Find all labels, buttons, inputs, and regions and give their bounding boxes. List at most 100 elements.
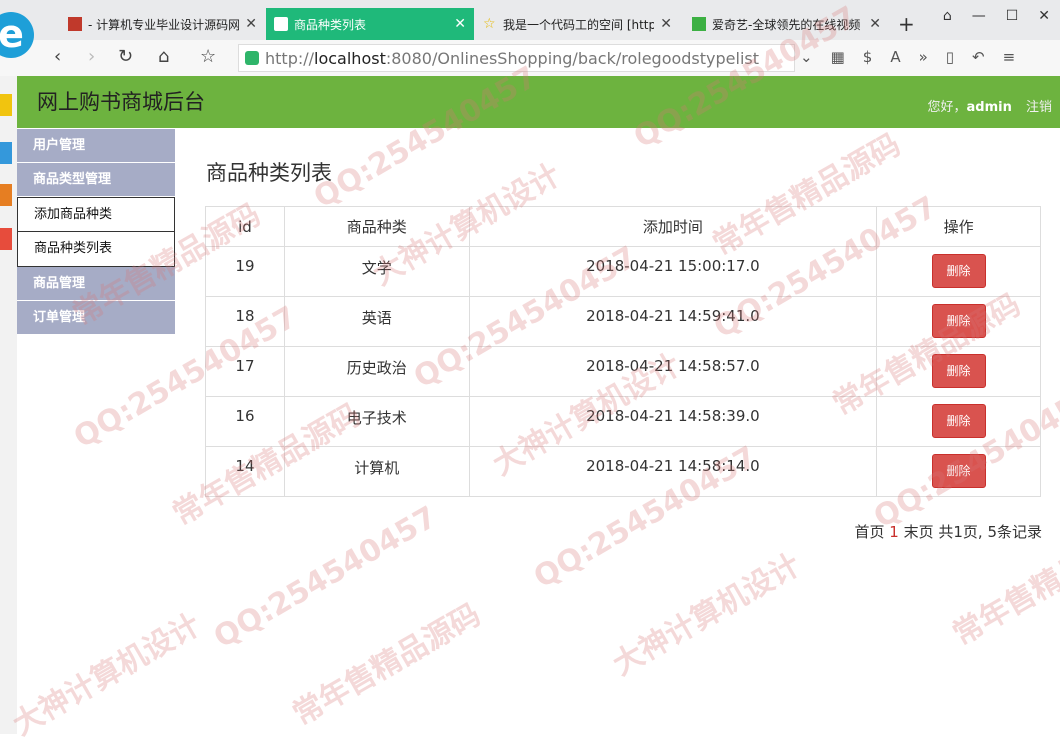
app-icon[interactable]: [0, 228, 12, 250]
favorites-icon[interactable]: [0, 94, 12, 116]
category-table: id 商品种类 添加时间 操作 19 文学 2018-04-21 15:00:1…: [205, 206, 1041, 497]
tab-title: 我是一个代码工的空间 [http: [503, 17, 655, 32]
close-tab-icon[interactable]: ✕: [869, 16, 881, 32]
cell-category: 英语: [283, 296, 470, 347]
close-window-icon[interactable]: ✕: [1038, 8, 1050, 24]
sidebar-item-goods-management[interactable]: 商品管理: [17, 267, 175, 301]
browser-tab[interactable]: ☆ 我是一个代码工的空间 [http ✕: [475, 8, 680, 40]
browser-tab[interactable]: - 计算机专业毕业设计源码网 ✕: [60, 8, 265, 40]
address-bar[interactable]: http://localhost:8080/OnlinesShopping/ba…: [238, 44, 795, 72]
watermark: QQ:254540457: [208, 499, 443, 656]
maximize-icon[interactable]: ☐: [1006, 8, 1019, 24]
undo-icon[interactable]: ↶: [972, 48, 985, 66]
browser-toolbar: ⌄ ▦ $ A » ▯ ↶ ≡: [800, 48, 1015, 66]
sidebar-item-category-list[interactable]: 商品种类列表: [17, 232, 175, 267]
sidebar-item-order-management[interactable]: 订单管理: [17, 301, 175, 335]
cell-id: 16: [205, 396, 285, 447]
url-scheme: http://: [265, 48, 315, 68]
app-header: 网上购书商城后台 您好，admin 注销: [17, 76, 1060, 128]
tab-title: - 计算机专业毕业设计源码网: [88, 17, 240, 32]
sidebar-item-user-management[interactable]: 用户管理: [17, 129, 175, 163]
delete-button[interactable]: 删除: [931, 404, 986, 438]
dropdown-icon[interactable]: ⌄: [800, 48, 813, 66]
window-controls: ⌂ — ☐ ✕: [943, 8, 1050, 24]
cell-action: 删除: [876, 246, 1041, 297]
last-page-link[interactable]: 末页: [904, 523, 934, 541]
translate-icon[interactable]: A: [890, 48, 900, 66]
cell-time: 2018-04-21 14:58:14.0: [468, 446, 878, 497]
current-page[interactable]: 1: [889, 523, 899, 541]
username: admin: [966, 100, 1012, 115]
wallet-icon[interactable]: $: [863, 48, 873, 66]
table-row: 14 计算机 2018-04-21 14:58:14.0 删除: [205, 446, 1041, 497]
cell-action: 删除: [876, 396, 1041, 447]
close-tab-icon[interactable]: ✕: [454, 16, 466, 32]
close-tab-icon[interactable]: ✕: [245, 16, 257, 32]
cell-time: 2018-04-21 14:59:41.0: [468, 296, 878, 347]
app-title: 网上购书商城后台: [37, 90, 205, 114]
back-icon[interactable]: ‹: [54, 46, 61, 67]
watermark: 大神计算机设计: [7, 607, 207, 743]
cell-category: 历史政治: [283, 346, 470, 397]
cell-id: 19: [205, 246, 285, 297]
reload-icon[interactable]: ↻: [118, 46, 133, 67]
tab-title: 爱奇艺-全球领先的在线视频: [712, 17, 861, 32]
sidebar-item-add-category[interactable]: 添加商品种类: [17, 197, 175, 232]
logout-link[interactable]: 注销: [1026, 100, 1052, 115]
cell-time: 2018-04-21 15:00:17.0: [468, 246, 878, 297]
browser-tab[interactable]: 爱奇艺-全球领先的在线视频 ✕: [684, 8, 889, 40]
phone-icon[interactable]: ▯: [946, 48, 954, 66]
table-row: 17 历史政治 2018-04-21 14:58:57.0 删除: [205, 346, 1041, 397]
extensions-icon[interactable]: ▦: [831, 48, 845, 66]
page-title: 商品种类列表: [206, 161, 332, 185]
column-header-action: 操作: [876, 206, 1041, 247]
forward-icon[interactable]: ›: [88, 46, 95, 67]
delete-button[interactable]: 删除: [931, 304, 986, 338]
watermark: 大神计算机设计: [607, 547, 807, 683]
new-tab-button[interactable]: +: [898, 12, 915, 36]
app-icon[interactable]: [0, 184, 12, 206]
column-header-time: 添加时间: [468, 206, 878, 247]
site-favicon-icon: [68, 17, 82, 31]
cell-id: 17: [205, 346, 285, 397]
iqiyi-icon: [692, 17, 706, 31]
star-icon: ☆: [483, 16, 496, 32]
url-path: :8080/OnlinesShopping/back/rolegoodstype…: [385, 48, 760, 68]
minimize-icon[interactable]: —: [972, 8, 986, 24]
more-icon[interactable]: »: [919, 48, 928, 66]
table-row: 19 文学 2018-04-21 15:00:17.0 删除: [205, 246, 1041, 297]
home-icon[interactable]: ⌂: [158, 46, 169, 67]
user-bar: 您好，admin 注销: [927, 96, 1052, 115]
cell-action: 删除: [876, 446, 1041, 497]
menu-icon[interactable]: ≡: [1003, 48, 1016, 66]
close-tab-icon[interactable]: ✕: [660, 16, 672, 32]
first-page-link[interactable]: 首页: [854, 523, 884, 541]
pagination: 首页 1 末页 共1页, 5条记录: [854, 521, 1042, 542]
column-header-id: id: [205, 206, 285, 247]
cell-id: 14: [205, 446, 285, 497]
cell-action: 删除: [876, 346, 1041, 397]
shirt-icon[interactable]: ⌂: [943, 8, 952, 24]
delete-button[interactable]: 删除: [931, 454, 986, 488]
app-icon[interactable]: [0, 142, 12, 164]
table-header-row: id 商品种类 添加时间 操作: [205, 206, 1041, 247]
cell-id: 18: [205, 296, 285, 347]
page-summary: 共1页, 5条记录: [938, 523, 1042, 541]
browser-tab-active[interactable]: 商品种类列表 ✕: [266, 8, 474, 40]
delete-button[interactable]: 删除: [931, 354, 986, 388]
cell-action: 删除: [876, 296, 1041, 347]
delete-button[interactable]: 删除: [931, 254, 986, 288]
sidebar: 用户管理 商品类型管理 添加商品种类 商品种类列表 商品管理 订单管理: [17, 129, 175, 335]
sidebar-item-category-management[interactable]: 商品类型管理: [17, 163, 175, 197]
secure-shield-icon: [245, 51, 259, 65]
table-row: 16 电子技术 2018-04-21 14:58:39.0 删除: [205, 396, 1041, 447]
browser-side-strip: [0, 76, 17, 734]
bookmark-star-icon[interactable]: ☆: [200, 46, 216, 67]
browser-tab-bar: - 计算机专业毕业设计源码网 ✕ 商品种类列表 ✕ ☆ 我是一个代码工的空间 […: [0, 0, 1060, 40]
column-header-category: 商品种类: [283, 206, 470, 247]
url-host: localhost: [314, 48, 386, 68]
cell-category: 文学: [283, 246, 470, 297]
cell-category: 电子技术: [283, 396, 470, 447]
watermark: 常年售精品源码: [287, 597, 487, 733]
cell-time: 2018-04-21 14:58:57.0: [468, 346, 878, 397]
